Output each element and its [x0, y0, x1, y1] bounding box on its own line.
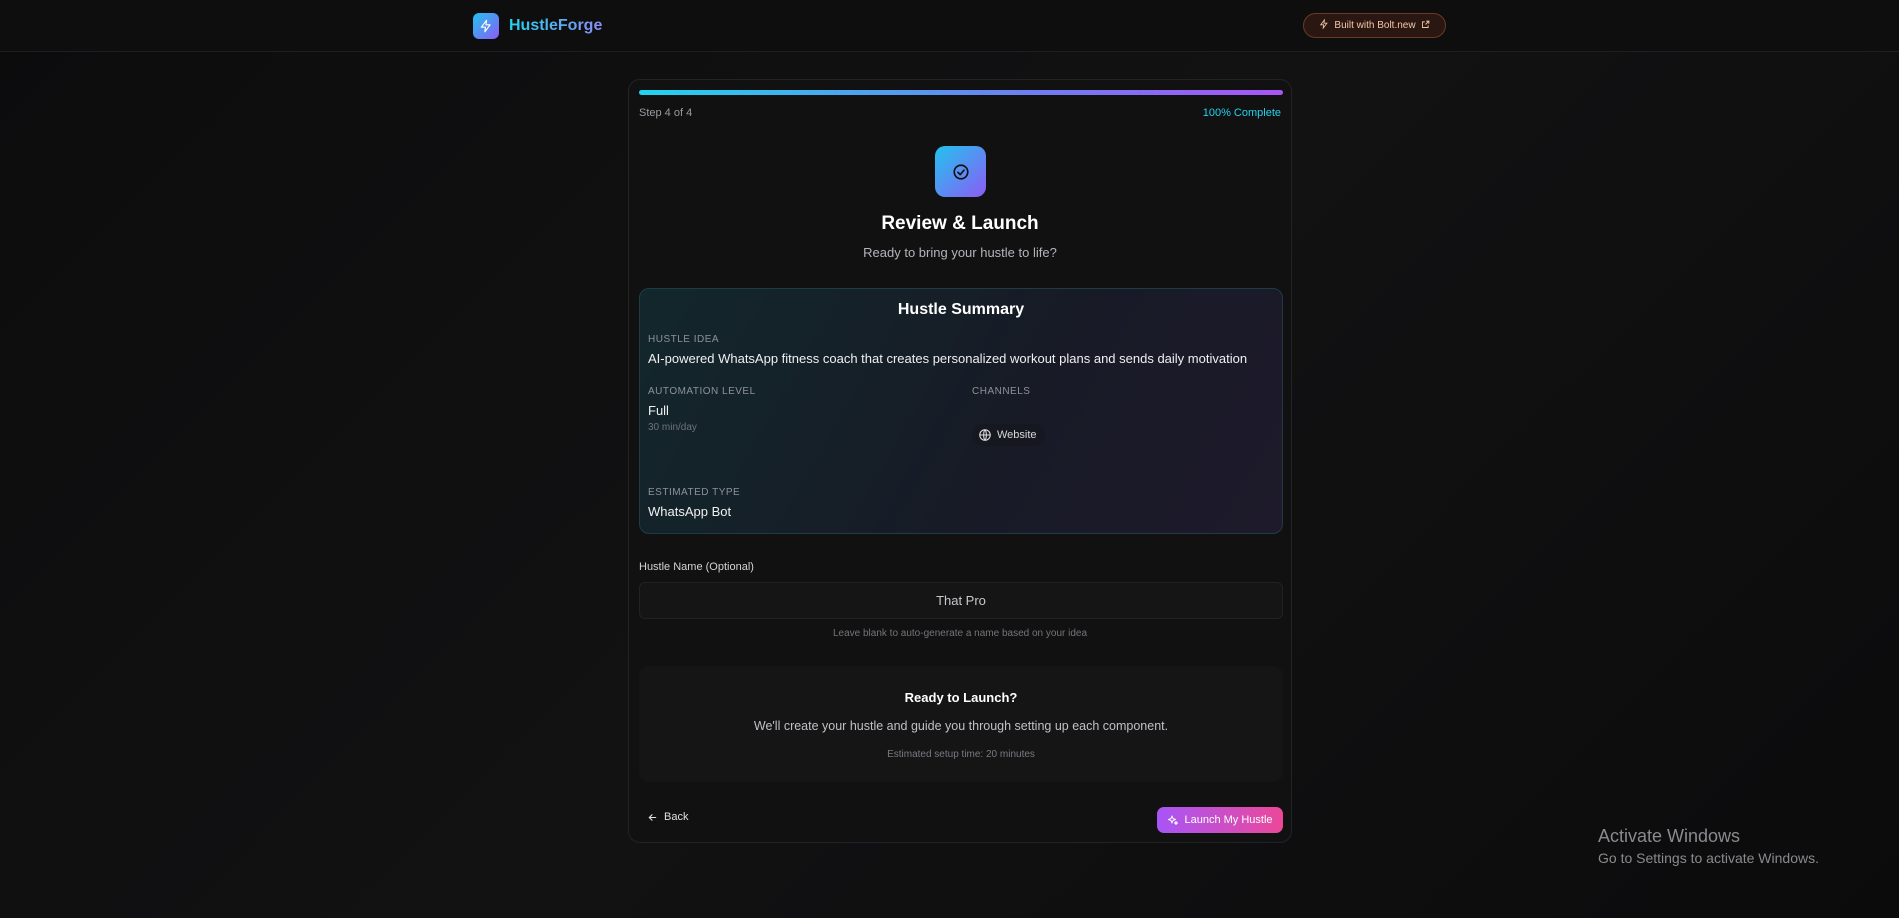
launch-label: Launch My Hustle	[1184, 814, 1273, 826]
top-navbar: HustleForge Built with Bolt.new	[0, 0, 1899, 52]
percent-complete-label: 100% Complete	[1202, 107, 1281, 119]
estimated-type-value: WhatsApp Bot	[648, 504, 732, 519]
ready-body: We'll create your hustle and guide you t…	[753, 719, 1169, 733]
ready-to-launch-panel: Ready to Launch? We'll create your hustl…	[639, 666, 1283, 782]
bolt-small-icon	[1319, 18, 1329, 32]
channel-label: Website	[997, 429, 1037, 441]
watermark-line2: Go to Settings to activate Windows.	[1598, 850, 1819, 866]
automation-level-label: AUTOMATION LEVEL	[648, 386, 756, 397]
hustle-idea-value: AI-powered WhatsApp fitness coach that c…	[648, 351, 1248, 366]
progress-fill	[639, 90, 1283, 95]
back-button[interactable]: Back	[639, 804, 696, 830]
brand[interactable]: HustleForge	[473, 13, 602, 39]
activate-windows-watermark: Activate Windows Go to Settings to activ…	[1598, 826, 1819, 866]
badge-label: Built with Bolt.new	[1334, 20, 1416, 31]
sparkles-icon	[1167, 814, 1179, 826]
channel-chip-website: Website	[972, 424, 1045, 446]
hustle-name-label: Hustle Name (Optional)	[639, 561, 754, 573]
estimated-type-label: ESTIMATED TYPE	[648, 487, 741, 498]
step-label: Step 4 of 4	[639, 107, 693, 119]
estimated-setup-time: Estimated setup time: 20 minutes	[887, 749, 1035, 760]
brand-name: HustleForge	[509, 17, 603, 34]
check-circle-icon	[935, 146, 986, 197]
hustle-summary-panel: Hustle Summary HUSTLE IDEA AI-powered Wh…	[639, 288, 1283, 534]
bolt-icon	[473, 13, 499, 39]
progress-bar	[639, 90, 1283, 95]
channels-label: CHANNELS	[972, 386, 1031, 397]
back-label: Back	[664, 811, 689, 823]
watermark-line1: Activate Windows	[1598, 826, 1741, 846]
summary-title: Hustle Summary	[897, 301, 1025, 318]
globe-icon	[978, 428, 992, 442]
page-subtitle: Ready to bring your hustle to life?	[863, 245, 1057, 260]
hustle-name-help: Leave blank to auto-generate a name base…	[832, 628, 1088, 639]
automation-level-value: Full	[648, 403, 669, 418]
ready-title: Ready to Launch?	[904, 690, 1018, 705]
external-link-icon	[1421, 20, 1430, 32]
built-with-bolt-badge[interactable]: Built with Bolt.new	[1303, 13, 1446, 38]
hustle-name-input[interactable]	[639, 582, 1283, 619]
arrow-left-icon	[647, 812, 658, 823]
hustle-idea-label: HUSTLE IDEA	[648, 334, 720, 345]
launch-my-hustle-button[interactable]: Launch My Hustle	[1157, 807, 1283, 833]
wizard-card: Step 4 of 4 100% Complete Review & Launc…	[628, 79, 1292, 843]
page-title: Review & Launch	[881, 213, 1039, 234]
automation-time: 30 min/day	[648, 422, 697, 433]
